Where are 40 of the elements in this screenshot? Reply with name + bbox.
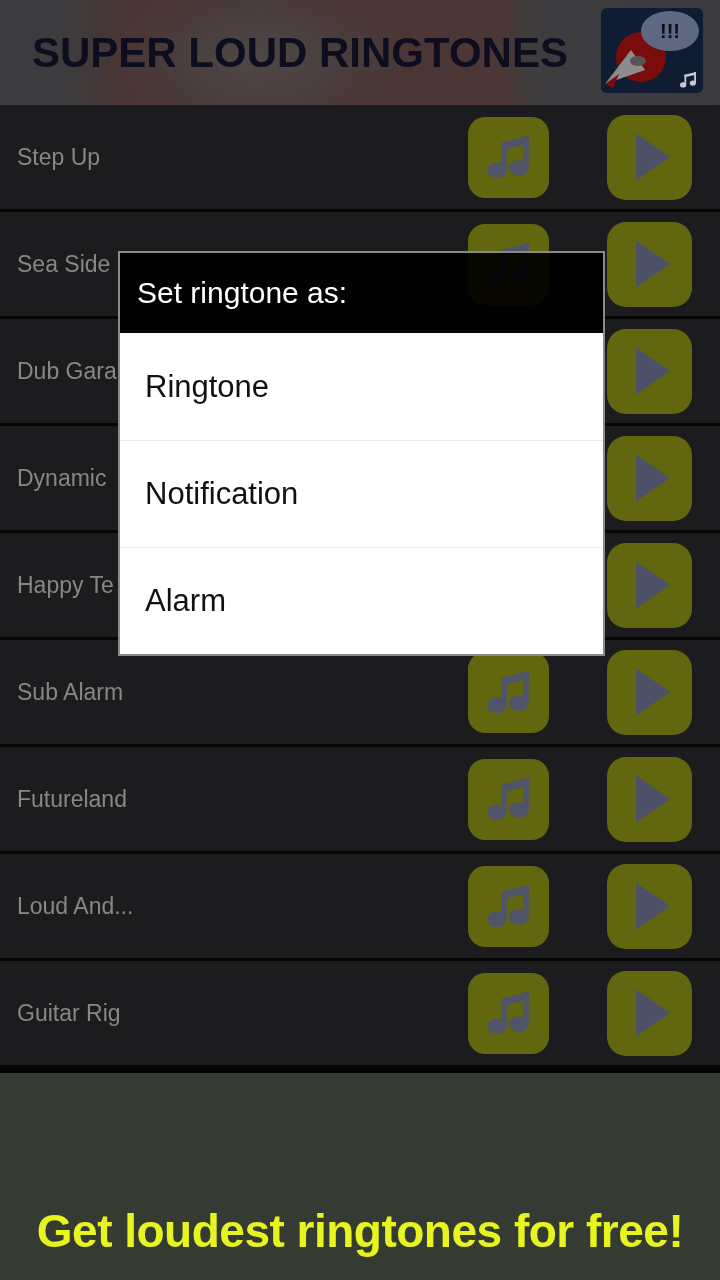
play-button[interactable] [607, 542, 692, 628]
play-icon [635, 668, 670, 716]
ringtone-title: Loud And... [17, 892, 134, 920]
ringtone-title: Guitar Rig [17, 999, 121, 1027]
dialog-title: Set ringtone as: [120, 253, 603, 333]
ringtone-title: Happy Te [17, 571, 114, 599]
ringtone-title: Dynamic [17, 464, 107, 492]
play-icon [635, 775, 670, 823]
app-title: SUPER LOUD RINGTONES [32, 28, 568, 77]
music-note-icon [486, 884, 531, 928]
dialog-option[interactable]: Notification [120, 440, 603, 547]
play-icon [635, 882, 670, 930]
play-icon [635, 454, 670, 502]
play-button[interactable] [607, 756, 692, 842]
dialog-option[interactable]: Ringtone [120, 333, 603, 440]
music-note-icon [486, 777, 531, 821]
ringtone-title: Step Up [17, 143, 101, 171]
play-button[interactable] [607, 221, 692, 307]
play-button[interactable] [607, 328, 692, 414]
play-button[interactable] [607, 649, 692, 735]
speech-bubble: !!! [641, 10, 699, 51]
music-note-icon [486, 670, 531, 714]
play-button[interactable] [607, 970, 692, 1056]
promo-text: Get loudest ringtones for free! [36, 1204, 684, 1258]
play-icon [635, 561, 670, 609]
music-note-icon [486, 991, 531, 1035]
ringtone-title: Dub Gara [17, 357, 117, 385]
play-icon [635, 347, 670, 395]
ringtone-title: Sub Alarm [17, 678, 124, 706]
play-icon [635, 989, 670, 1037]
play-button[interactable] [607, 863, 692, 949]
music-note-icon [486, 135, 531, 179]
play-button[interactable] [607, 114, 692, 200]
ringtone-title: Futureland [17, 785, 127, 813]
dialog-option[interactable]: Alarm [120, 547, 603, 654]
play-icon [635, 240, 670, 288]
music-note-icon [679, 71, 697, 88]
play-button[interactable] [607, 435, 692, 521]
ringtone-title: Sea Side [17, 250, 111, 278]
play-icon [635, 133, 670, 181]
